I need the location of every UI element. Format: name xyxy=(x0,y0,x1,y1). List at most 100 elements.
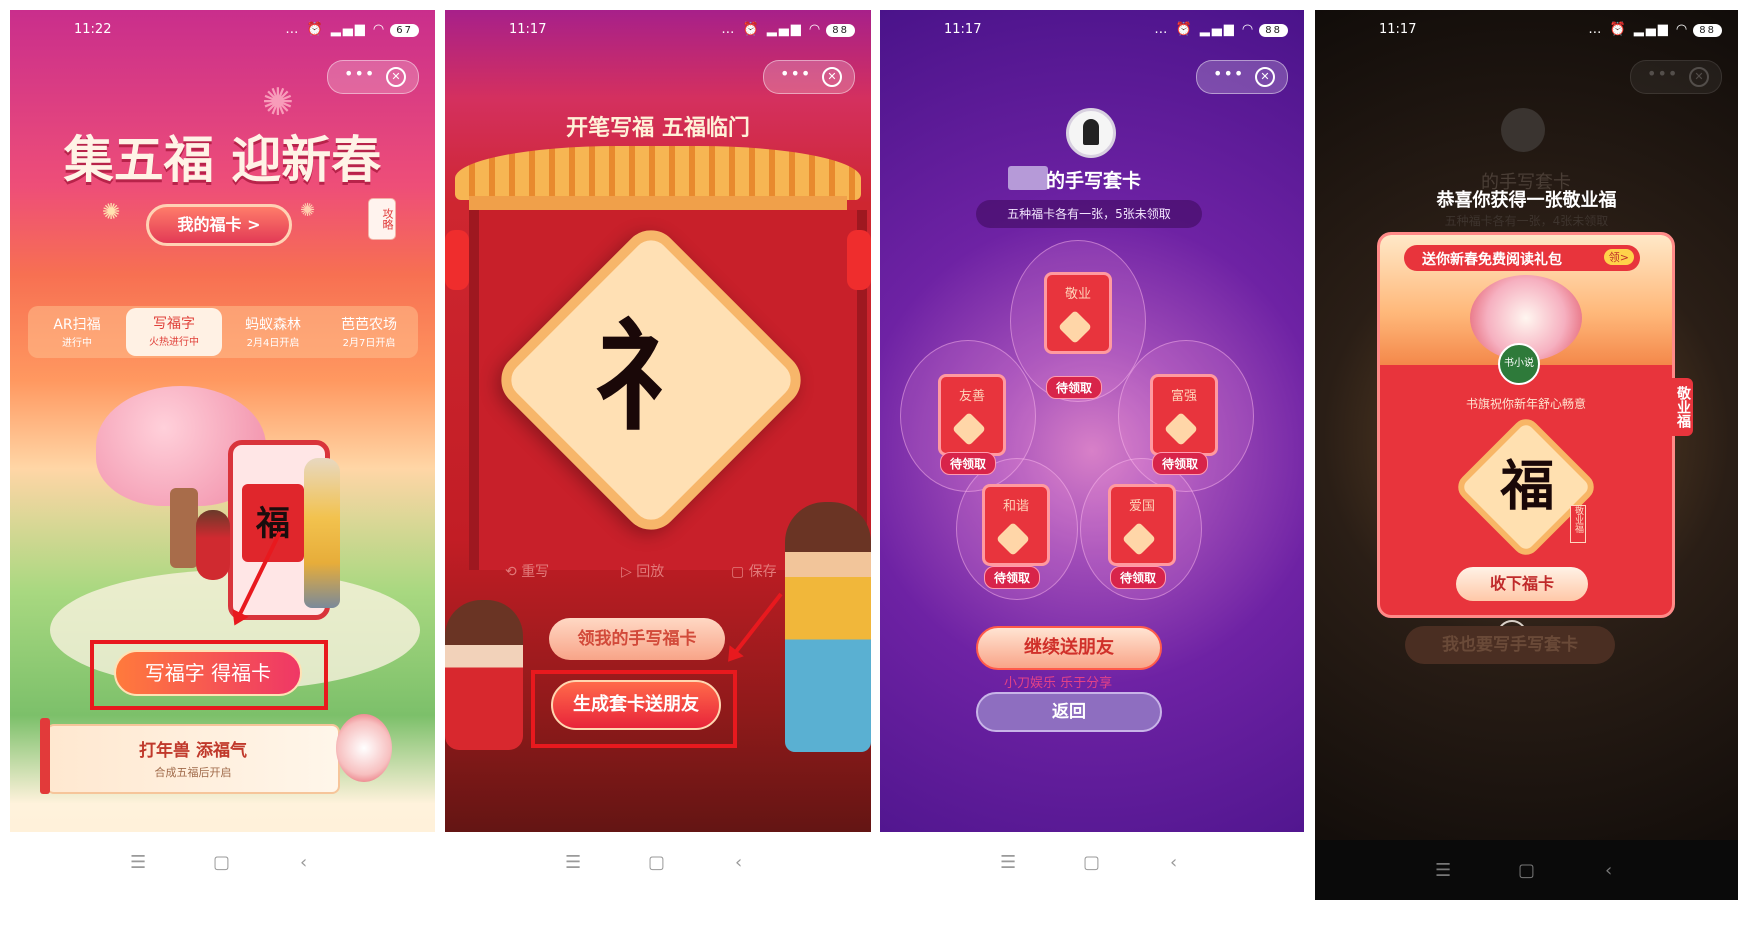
card-fu-diamond xyxy=(1164,412,1198,446)
congrats-headline: 恭喜你获得一张敬业福 xyxy=(1436,190,1617,211)
set-title: 的手写套卡 xyxy=(1046,170,1142,192)
miniapp-capsule: ••• ✕ xyxy=(763,60,855,94)
close-icon[interactable]: ✕ xyxy=(1689,67,1709,87)
screen-background: 11:22 … ⏰ ▂▄▆ ◠ 67 ••• ✕ 集五福 迎新春 ✺ ✺ ✺ 我的… xyxy=(10,10,435,892)
card-status: 待领取 xyxy=(1046,376,1103,399)
child-illustration-left xyxy=(445,600,523,750)
back-icon[interactable]: ‹ xyxy=(300,852,307,873)
tab-write-fu[interactable]: 写福字 火热进行中 xyxy=(126,308,222,356)
menu-icon[interactable]: ☰ xyxy=(565,852,581,873)
sparkle-icon: ✺ xyxy=(102,200,121,225)
more-icon[interactable]: ••• xyxy=(1213,64,1244,83)
status-icons: … ⏰ ▂▄▆ ◠ 88 xyxy=(1588,22,1722,37)
card-status: 待领取 xyxy=(984,566,1041,589)
avatar xyxy=(1066,108,1116,158)
system-nav-bar: ☰ ▢ ‹ xyxy=(10,832,435,892)
back-icon[interactable]: ‹ xyxy=(735,852,742,873)
status-time: 11:17 xyxy=(944,22,982,37)
fu-card-fuqiang[interactable]: 富强 xyxy=(1150,374,1218,456)
phone-screen-2: 11:17 … ⏰ ▂▄▆ ◠ 88 ••• ✕ 开笔写福 五福临门 礻 ⟲ 重写… xyxy=(445,10,871,900)
seal-stamp: 敬业福 xyxy=(1570,505,1586,543)
tab-label: 写福字 xyxy=(153,316,195,332)
card-fu-diamond xyxy=(1058,310,1092,344)
fu-card-aiguo[interactable]: 爱国 xyxy=(1108,484,1176,566)
back-icon[interactable]: ‹ xyxy=(1170,852,1177,873)
mushroom-stem xyxy=(170,488,198,568)
tab-ar-scan[interactable]: AR扫福 进行中 xyxy=(34,310,120,354)
tab-sublabel: 2月4日开启 xyxy=(246,338,300,349)
more-icon[interactable]: ••• xyxy=(344,64,375,83)
status-time: 11:22 xyxy=(74,22,112,37)
collect-card-button[interactable]: 收下福卡 xyxy=(1456,567,1588,601)
back-button[interactable]: 返回 xyxy=(976,692,1162,732)
close-icon[interactable]: ✕ xyxy=(822,67,842,87)
phone-fu-text: 福 xyxy=(256,504,290,544)
roof-eave xyxy=(455,146,861,200)
home-icon[interactable]: ▢ xyxy=(213,852,230,873)
child-illustration-right xyxy=(785,502,871,752)
card-fu-diamond xyxy=(1122,522,1156,556)
menu-icon[interactable]: ☰ xyxy=(1435,860,1451,881)
fu-card-youshan[interactable]: 友善 xyxy=(938,374,1006,456)
tab-baba-farm[interactable]: 芭芭农场 2月7日开启 xyxy=(324,310,414,354)
status-time: 11:17 xyxy=(1379,22,1417,37)
page-title: 集五福 迎新春 xyxy=(63,130,382,189)
lantern-right xyxy=(847,230,871,290)
card-name: 和谐 xyxy=(1002,499,1029,514)
nian-title: 打年兽 添福气 xyxy=(139,741,247,761)
tab-label: 芭芭农场 xyxy=(341,317,397,333)
miniapp-capsule: ••• ✕ xyxy=(1630,60,1722,94)
continue-send-friend-button[interactable]: 继续送朋友 xyxy=(976,626,1162,670)
menu-icon[interactable]: ☰ xyxy=(1000,852,1016,873)
more-icon[interactable]: ••• xyxy=(1647,64,1678,83)
nian-sub: 合成五福后开启 xyxy=(154,766,232,779)
menu-icon[interactable]: ☰ xyxy=(130,852,146,873)
tab-sublabel: 2月7日开启 xyxy=(342,338,396,349)
write-fu-button[interactable]: 写福字 得福卡 xyxy=(114,650,302,696)
fu-card-hexie[interactable]: 和谐 xyxy=(982,484,1050,566)
status-icons: … ⏰ ▂▄▆ ◠ 88 xyxy=(1154,22,1288,37)
back-icon[interactable]: ‹ xyxy=(1605,860,1612,881)
home-icon[interactable]: ▢ xyxy=(648,852,665,873)
roof-beam xyxy=(469,196,847,210)
reward-card: 送你新春免费阅读礼包 领> 书小说 书旗祝你新年舒心畅意 福 敬业福 收下福卡 xyxy=(1377,232,1675,618)
card-status: 待领取 xyxy=(1152,452,1209,475)
save-button[interactable]: ▢ 保存 xyxy=(731,561,777,581)
get-handwritten-card-button[interactable]: 领我的手写福卡 xyxy=(549,618,725,660)
close-icon[interactable]: ✕ xyxy=(386,67,406,87)
more-icon[interactable]: ••• xyxy=(780,64,811,83)
system-nav-bar: ☰ ▢ ‹ xyxy=(880,832,1304,892)
screen-background: 11:17 … ⏰ ▂▄▆ ◠ 88 ••• ✕ 的手写套卡 恭喜你获得一张敬业福… xyxy=(1315,10,1738,900)
system-nav-bar: ☰ ▢ ‹ xyxy=(445,832,871,892)
status-bar: 11:17 … ⏰ ▂▄▆ ◠ 88 xyxy=(880,10,1304,52)
close-icon[interactable]: ✕ xyxy=(1255,67,1275,87)
handwritten-stroke: 礻 xyxy=(593,306,714,448)
side-label: 敬业福 xyxy=(1669,378,1693,436)
status-time: 11:17 xyxy=(509,22,547,37)
card-fu-diamond xyxy=(952,412,986,446)
card-name: 爱国 xyxy=(1128,499,1155,514)
my-cards-button[interactable]: 我的福卡 > xyxy=(146,204,292,246)
status-bar: 11:17 … ⏰ ▂▄▆ ◠ 88 xyxy=(1315,10,1738,52)
miniapp-capsule: ••• ✕ xyxy=(1196,60,1288,94)
grandparent-illustration xyxy=(304,458,340,608)
home-icon[interactable]: ▢ xyxy=(1518,860,1535,881)
miniapp-capsule: ••• ✕ xyxy=(327,60,419,94)
rewrite-label: 重写 xyxy=(521,564,550,580)
rewrite-button[interactable]: ⟲ 重写 xyxy=(505,561,549,581)
tab-ant-forest[interactable]: 蚂蚁森林 2月4日开启 xyxy=(228,310,318,354)
gift-banner[interactable]: 送你新春免费阅读礼包 领> xyxy=(1404,245,1640,271)
replay-button[interactable]: ▷ 回放 xyxy=(621,561,664,581)
strategy-tag[interactable]: 攻略 xyxy=(368,198,396,240)
phone-screen-1: 11:22 … ⏰ ▂▄▆ ◠ 67 ••• ✕ 集五福 迎新春 ✺ ✺ ✺ 我的… xyxy=(10,10,435,900)
nian-beast-banner[interactable]: 打年兽 添福气 合成五福后开启 xyxy=(46,724,340,794)
fu-card-jingye[interactable]: 敬业 xyxy=(1044,272,1112,354)
tab-label: AR扫福 xyxy=(53,317,101,333)
save-label: 保存 xyxy=(748,564,777,580)
bg-write-set-button: 我也要写手写套卡 xyxy=(1405,626,1615,664)
system-nav-bar: ☰ ▢ ‹ xyxy=(1315,840,1738,900)
generate-set-send-friend-button[interactable]: 生成套卡送朋友 xyxy=(551,680,721,730)
home-icon[interactable]: ▢ xyxy=(1083,852,1100,873)
greeting-message: 书旗祝你新年舒心畅意 xyxy=(1465,397,1586,411)
book-badge: 书小说 xyxy=(1498,343,1540,385)
